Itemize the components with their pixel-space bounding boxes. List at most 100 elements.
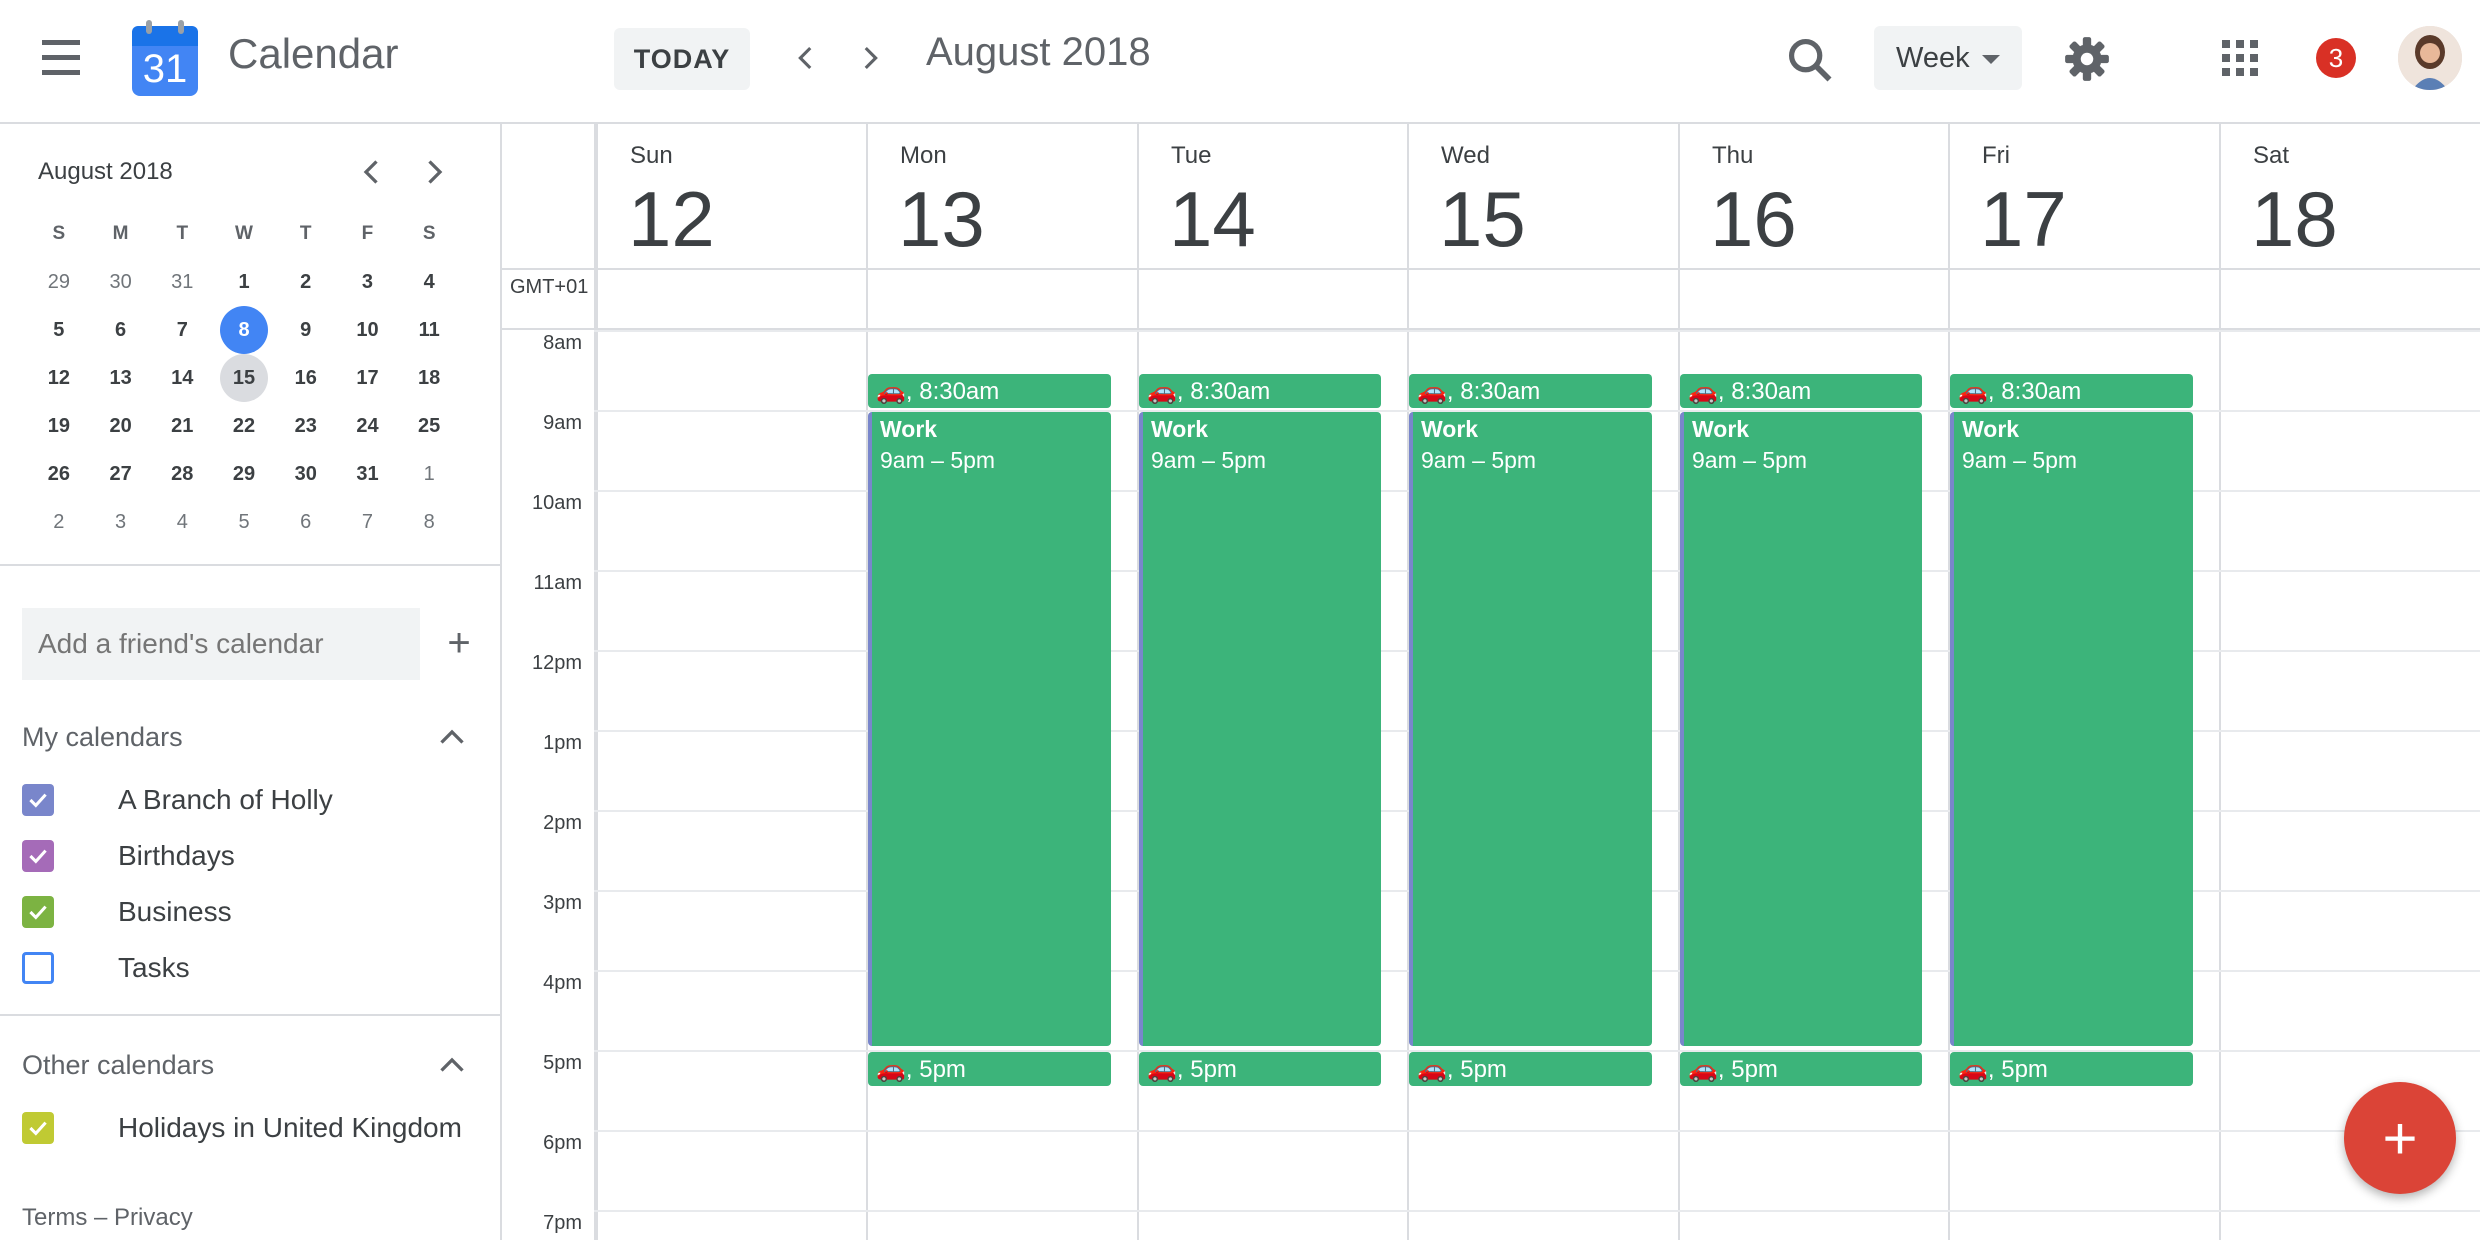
chevron-left-icon[interactable] [354, 154, 390, 190]
mini-calendar-day[interactable]: 9 [275, 319, 337, 342]
mini-calendar-day[interactable]: 5 [213, 511, 275, 534]
commute-event-morning[interactable]: 🚗, 8:30am [1409, 374, 1652, 408]
commute-event-evening[interactable]: 🚗, 5pm [1950, 1052, 2193, 1086]
week-grid: GMT+01 Sun 12 Mon 13 Tue 14 Wed 15 Thu 16 Fri 17 Sat… [502, 124, 2480, 1240]
mini-calendar-day[interactable]: 22 [213, 415, 275, 438]
hour-gridline [594, 1130, 2480, 1132]
dropdown-caret-icon [1982, 55, 2000, 64]
day-number[interactable]: 18 [2251, 174, 2338, 265]
create-event-button[interactable]: + [2344, 1082, 2456, 1194]
mini-calendar-day[interactable]: 3 [337, 271, 399, 294]
checkbox-checked-icon[interactable] [22, 896, 54, 928]
event-time-range: 9am – 5pm [880, 447, 996, 473]
next-week-button[interactable] [846, 34, 894, 82]
work-event[interactable]: Work 9am – 5pm [1950, 412, 2193, 1046]
calendar-item[interactable]: Business [22, 890, 482, 934]
mini-calendar-day[interactable]: 15 [213, 354, 275, 402]
view-selector[interactable]: Week [1874, 26, 2022, 90]
add-calendar-plus-icon[interactable]: + [434, 618, 484, 668]
commute-event-morning[interactable]: 🚗, 8:30am [1139, 374, 1381, 408]
mini-calendar-day[interactable]: 2 [28, 511, 90, 534]
mini-calendar-day[interactable]: 30 [275, 463, 337, 486]
mini-calendar-day[interactable]: 16 [275, 367, 337, 390]
mini-calendar-day[interactable]: 3 [90, 511, 152, 534]
work-event[interactable]: Work 9am – 5pm [1409, 412, 1652, 1046]
mini-calendar-day[interactable]: 31 [337, 463, 399, 486]
mini-calendar-day[interactable]: 18 [398, 367, 460, 390]
mini-calendar-day[interactable]: 12 [28, 367, 90, 390]
day-number[interactable]: 16 [1710, 174, 1797, 265]
commute-event-evening[interactable]: 🚗, 5pm [868, 1052, 1111, 1086]
weekday-header: W [235, 223, 253, 244]
work-event[interactable]: Work 9am – 5pm [1680, 412, 1922, 1046]
mini-calendar-day[interactable]: 25 [398, 415, 460, 438]
mini-calendar-day[interactable]: 27 [90, 463, 152, 486]
mini-calendar-day[interactable]: 1 [398, 463, 460, 486]
mini-calendar-day[interactable]: 5 [28, 319, 90, 342]
day-number[interactable]: 14 [1169, 174, 1256, 265]
mini-calendar-day[interactable]: 29 [28, 271, 90, 294]
day-number[interactable]: 12 [628, 174, 715, 265]
work-event[interactable]: Work 9am – 5pm [868, 412, 1111, 1046]
avatar[interactable] [2398, 26, 2462, 90]
mini-calendar-day[interactable]: 7 [337, 511, 399, 534]
mini-calendar-day[interactable]: 6 [90, 319, 152, 342]
apps-icon[interactable] [2222, 40, 2258, 76]
checkbox-checked-icon[interactable] [22, 1112, 54, 1144]
checkbox-checked-icon[interactable] [22, 840, 54, 872]
mini-calendar-day[interactable]: 11 [398, 319, 460, 342]
calendar-item[interactable]: A Branch of Holly [22, 778, 482, 822]
work-event[interactable]: Work 9am – 5pm [1139, 412, 1381, 1046]
notification-badge[interactable]: 3 [2316, 38, 2356, 78]
mini-calendar-day[interactable]: 26 [28, 463, 90, 486]
commute-event-morning[interactable]: 🚗, 8:30am [1680, 374, 1922, 408]
today-button[interactable]: TODAY [614, 28, 750, 90]
add-friend-calendar-input[interactable] [22, 608, 420, 680]
mini-calendar-day[interactable]: 31 [151, 271, 213, 294]
day-column-sat[interactable]: Sat 18 [2219, 124, 2480, 1240]
search-icon[interactable] [1784, 34, 1836, 86]
day-column-sun[interactable]: Sun 12 [596, 124, 866, 1240]
mini-calendar-day[interactable]: 14 [151, 367, 213, 390]
commute-event-morning[interactable]: 🚗, 8:30am [1950, 374, 2193, 408]
calendar-item[interactable]: Tasks [22, 946, 482, 990]
checkbox-checked-icon[interactable] [22, 784, 54, 816]
day-number[interactable]: 17 [1980, 174, 2067, 265]
chevron-up-icon[interactable] [434, 1048, 470, 1084]
mini-calendar-day[interactable]: 30 [90, 271, 152, 294]
commute-event-evening[interactable]: 🚗, 5pm [1139, 1052, 1381, 1086]
mini-calendar-day[interactable]: 28 [151, 463, 213, 486]
previous-week-button[interactable] [782, 34, 830, 82]
mini-calendar-day[interactable]: 17 [337, 367, 399, 390]
mini-calendar-day[interactable]: 4 [398, 271, 460, 294]
app-title: Calendar [228, 30, 399, 77]
mini-calendar-day[interactable]: 8 [213, 306, 275, 354]
calendar-item[interactable]: Birthdays [22, 834, 482, 878]
mini-calendar-day[interactable]: 2 [275, 271, 337, 294]
mini-calendar-day[interactable]: 13 [90, 367, 152, 390]
chevron-up-icon[interactable] [434, 720, 470, 756]
mini-calendar-day[interactable]: 23 [275, 415, 337, 438]
mini-calendar-day[interactable]: 19 [28, 415, 90, 438]
gear-icon[interactable] [2062, 34, 2112, 84]
terms-privacy-link[interactable]: Terms – Privacy [22, 1204, 193, 1232]
day-number[interactable]: 13 [898, 174, 985, 265]
chevron-right-icon[interactable] [416, 154, 452, 190]
mini-calendar-day[interactable]: 21 [151, 415, 213, 438]
checkbox-empty-icon[interactable] [22, 952, 54, 984]
commute-event-evening[interactable]: 🚗, 5pm [1409, 1052, 1652, 1086]
mini-calendar-day[interactable]: 1 [213, 271, 275, 294]
day-number[interactable]: 15 [1439, 174, 1526, 265]
mini-calendar-day[interactable]: 8 [398, 511, 460, 534]
mini-calendar-day[interactable]: 24 [337, 415, 399, 438]
menu-icon[interactable] [36, 40, 88, 80]
mini-calendar-day[interactable]: 4 [151, 511, 213, 534]
mini-calendar-day[interactable]: 7 [151, 319, 213, 342]
mini-calendar-day[interactable]: 6 [275, 511, 337, 534]
mini-calendar-day[interactable]: 29 [213, 463, 275, 486]
calendar-item[interactable]: Holidays in United Kingdom [22, 1106, 482, 1150]
mini-calendar-day[interactable]: 20 [90, 415, 152, 438]
commute-event-morning[interactable]: 🚗, 8:30am [868, 374, 1111, 408]
mini-calendar-day[interactable]: 10 [337, 319, 399, 342]
commute-event-evening[interactable]: 🚗, 5pm [1680, 1052, 1922, 1086]
